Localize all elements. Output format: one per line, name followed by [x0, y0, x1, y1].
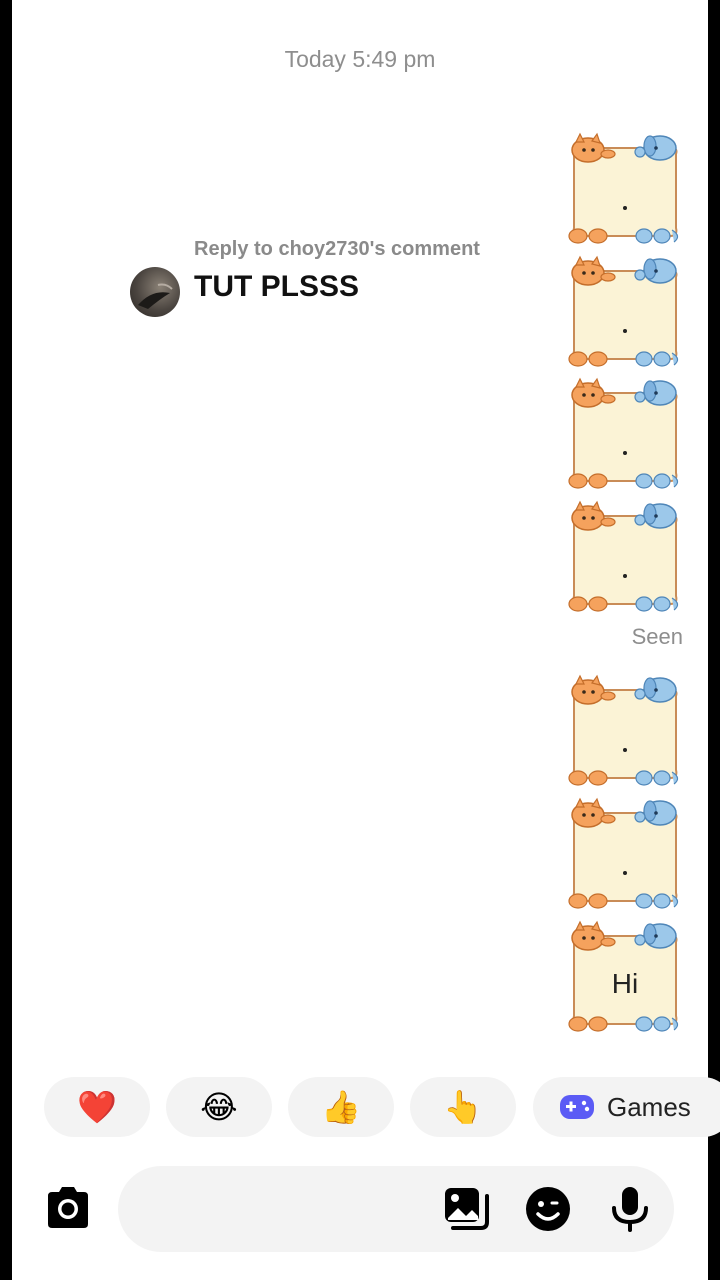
games-button[interactable]: Games	[533, 1077, 720, 1137]
gamepad-icon	[560, 1095, 594, 1119]
sticker-text: Hi	[611, 968, 639, 999]
reply-context-label[interactable]: Reply to choy2730's comment	[194, 238, 480, 261]
camera-button[interactable]	[44, 1186, 92, 1230]
sticker-message[interactable]	[564, 500, 686, 614]
gallery-button[interactable]	[442, 1186, 490, 1232]
message-input[interactable]	[142, 1186, 436, 1232]
sender-avatar[interactable]	[130, 267, 180, 317]
left-edge	[0, 0, 12, 1280]
sticker-message[interactable]	[564, 377, 686, 491]
quick-reaction-heart[interactable]: ❤️	[44, 1077, 150, 1137]
message-composer[interactable]	[118, 1166, 674, 1252]
seen-status: Seen	[631, 624, 683, 649]
sticker-message[interactable]	[564, 674, 686, 788]
avatar-image	[138, 283, 173, 309]
quick-reaction-laugh[interactable]: 😂	[166, 1077, 272, 1137]
games-label: Games	[607, 1091, 691, 1122]
sticker-dot-text	[623, 329, 627, 333]
thread-timestamp: Today 5:49 pm	[284, 46, 436, 72]
incoming-message-text[interactable]: TUT PLSSS	[194, 270, 359, 304]
sticker-button[interactable]	[524, 1186, 572, 1232]
microphone-button[interactable]	[606, 1186, 654, 1232]
sticker-dot-text	[623, 574, 627, 578]
sticker-message[interactable]	[564, 797, 686, 911]
sticker-message[interactable]	[564, 132, 686, 246]
pointing-up-icon: 👆	[443, 1089, 483, 1125]
sticker-message[interactable]: Hi	[564, 920, 686, 1034]
quick-reaction-pointing[interactable]: 👆	[410, 1077, 516, 1137]
sticker-icon	[526, 1187, 570, 1231]
laughing-face-icon: 😂	[200, 1089, 238, 1125]
red-heart-icon: ❤️	[77, 1089, 117, 1125]
microphone-icon	[612, 1187, 648, 1232]
sticker-dot-text	[623, 748, 627, 752]
camera-icon	[48, 1187, 88, 1228]
sticker-dot-text	[623, 871, 627, 875]
sticker-dot-text	[623, 451, 627, 455]
thumbs-up-icon: 👍	[321, 1089, 361, 1125]
quick-reaction-thumbs-up[interactable]: 👍	[288, 1077, 394, 1137]
sticker-dot-text	[623, 206, 627, 210]
gallery-icon	[445, 1188, 489, 1230]
sticker-message[interactable]	[564, 255, 686, 369]
